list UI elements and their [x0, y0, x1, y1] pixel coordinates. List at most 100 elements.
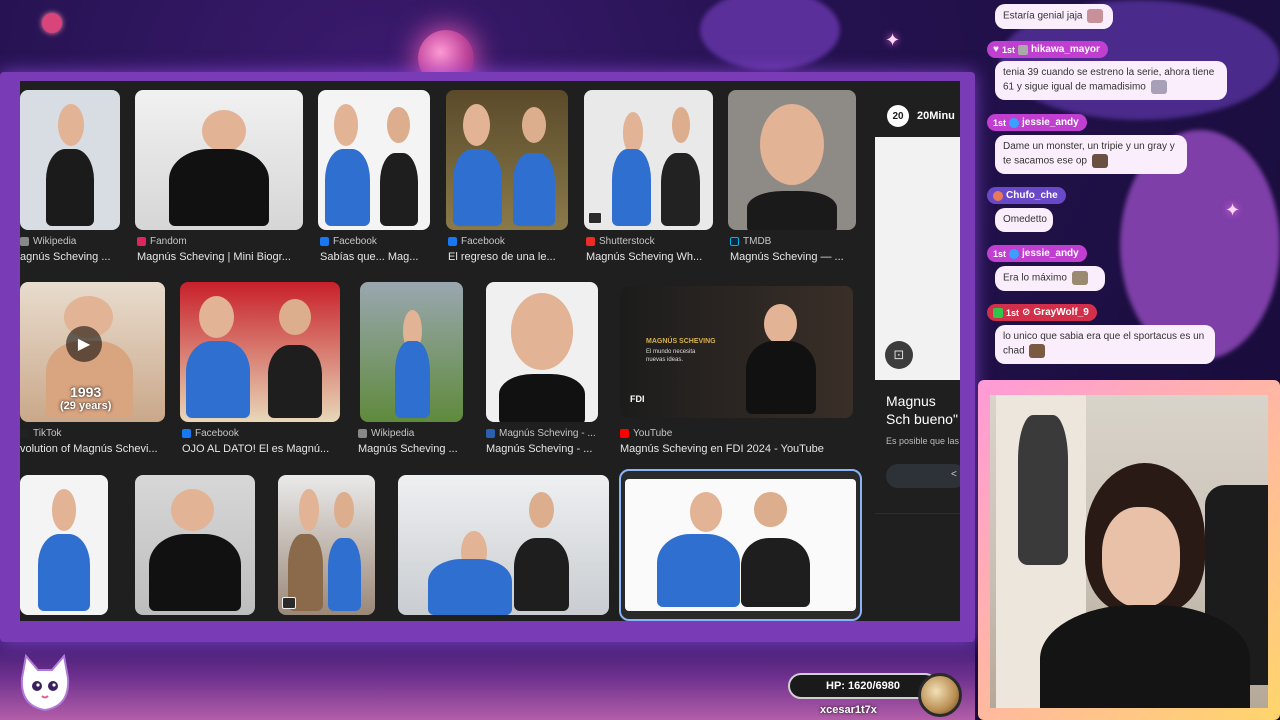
- stream-chat: Estaría genial jaja ♥ 1st hikawa_mayor t…: [985, 0, 1280, 380]
- chat-message: tenia 39 cuando se estreno la serie, aho…: [995, 61, 1227, 100]
- image-result-source[interactable]: YouTube: [620, 428, 672, 439]
- image-result-source[interactable]: Shutterstock: [586, 236, 655, 247]
- preview-description: Es posible que las: [886, 436, 960, 446]
- image-result-thumb[interactable]: [446, 90, 568, 230]
- image-result-thumb[interactable]: [584, 90, 713, 230]
- facebook-icon: [448, 237, 457, 246]
- chat-message: lo unico que sabia era que el sportacus …: [995, 325, 1215, 364]
- image-result-thumb[interactable]: [486, 282, 598, 422]
- chat-username-tag: 1st jessie_andy: [987, 245, 1087, 262]
- share-icon[interactable]: <: [951, 469, 957, 480]
- facebook-icon: [320, 237, 329, 246]
- user-avatar-icon: [993, 190, 1003, 201]
- emote-icon: [1091, 154, 1108, 168]
- streamer-face: [1102, 507, 1180, 607]
- slide-title: MAGNÚS SCHEVING: [646, 338, 716, 345]
- emote-icon: [1029, 344, 1046, 358]
- heart-icon: ♥: [993, 44, 999, 55]
- star-decoration: ✦: [885, 30, 901, 50]
- image-search-results: Wikipedia agnús Scheving ... Fandom Magn…: [20, 81, 960, 621]
- image-result-thumb[interactable]: [398, 475, 609, 615]
- site-logo-icon[interactable]: 20: [887, 105, 909, 127]
- image-result-caption[interactable]: Magnús Scheving ...: [358, 443, 468, 455]
- stream-logo-dot: [42, 13, 62, 33]
- image-result-caption[interactable]: volution of Magnús Schevi...: [20, 443, 165, 455]
- chat-username-tag: ♥ 1st hikawa_mayor: [987, 41, 1108, 58]
- image-result-thumb[interactable]: [135, 90, 303, 230]
- no-icon: ⊘: [1022, 307, 1031, 318]
- video-overlay-text: 1993 (29 years): [60, 384, 112, 412]
- image-result-caption[interactable]: Magnús Scheving - ...: [486, 443, 601, 455]
- image-result-caption[interactable]: El regreso de una le...: [448, 251, 570, 263]
- slide-text: nuevas ideas.: [646, 357, 684, 363]
- image-result-thumb[interactable]: [360, 282, 463, 422]
- image-result-source[interactable]: TikTok: [20, 428, 62, 439]
- cloud-decoration: [700, 0, 840, 70]
- image-result-caption[interactable]: Magnús Scheving — ...: [730, 251, 858, 263]
- first-badge: 1st: [993, 248, 1007, 259]
- image-result-source[interactable]: Wikipedia: [20, 236, 76, 247]
- visit-button[interactable]: [886, 464, 960, 488]
- hp-username: xcesar1t7x: [820, 704, 877, 716]
- chat-message: Era lo máximo: [995, 266, 1105, 291]
- video-result-thumb[interactable]: MAGNÚS SCHEVING El mundo necesita nuevas…: [620, 286, 853, 418]
- emote-icon: [1087, 9, 1104, 23]
- image-result-thumb[interactable]: [318, 90, 430, 230]
- image-result-caption[interactable]: OJO AL DATO! El es Magnú...: [182, 443, 342, 455]
- fdi-logo: FDI: [630, 394, 645, 404]
- wikipedia-icon: [20, 237, 29, 246]
- first-badge: 1st: [993, 117, 1007, 128]
- play-icon[interactable]: ▶: [66, 326, 102, 362]
- chat-username-tag: Chufo_che: [987, 187, 1066, 204]
- image-result-source[interactable]: Wikipedia: [358, 428, 414, 439]
- video-result-thumb[interactable]: ▶ 1993 (29 years): [20, 282, 165, 422]
- lens-search-icon[interactable]: ⊡: [885, 341, 913, 369]
- streamer-body: [1040, 605, 1250, 708]
- emote-icon: [1071, 271, 1088, 285]
- image-result-caption[interactable]: Sabías que... Mag...: [320, 251, 435, 263]
- image-result-thumb[interactable]: [180, 282, 340, 422]
- divider: [875, 513, 960, 514]
- image-result-thumb[interactable]: [20, 475, 108, 615]
- image-result-caption[interactable]: Magnús Scheving en FDI 2024 - YouTube: [620, 443, 860, 455]
- image-result-source[interactable]: Magnús Scheving - ...: [486, 428, 596, 439]
- video-badge-icon: [282, 597, 296, 609]
- site-name[interactable]: 20Minu: [917, 110, 955, 122]
- viewer-avatar: [918, 673, 962, 717]
- chat-username-tag: 1st jessie_andy: [987, 114, 1087, 131]
- image-result-source[interactable]: Facebook: [448, 236, 505, 247]
- emote-icon: [1150, 80, 1167, 94]
- image-result-source[interactable]: Fandom: [137, 236, 187, 247]
- site-icon: [486, 429, 495, 438]
- image-result-thumb[interactable]: [20, 90, 120, 230]
- image-result-caption[interactable]: Magnús Scheving | Mini Biogr...: [137, 251, 307, 263]
- first-badge: 1st: [1006, 307, 1020, 318]
- hp-counter: HP: 1620/6980: [788, 673, 938, 699]
- image-result-thumb[interactable]: [278, 475, 375, 615]
- image-result-caption[interactable]: Magnús Scheving Wh...: [586, 251, 716, 263]
- image-result-thumb[interactable]: [728, 90, 856, 230]
- user-avatar-icon: [1009, 248, 1020, 259]
- slide-text: El mundo necesita: [646, 349, 696, 355]
- preview-image[interactable]: [875, 137, 960, 380]
- image-result-source[interactable]: Facebook: [182, 428, 239, 439]
- user-avatar-icon: [1009, 117, 1020, 128]
- image-result-thumb[interactable]: [135, 475, 255, 615]
- image-result-source[interactable]: Facebook: [320, 236, 377, 247]
- selected-image-result[interactable]: [619, 469, 862, 621]
- tiktok-icon: [20, 429, 29, 438]
- verified-icon: [993, 307, 1003, 318]
- shutterstock-icon: [586, 237, 595, 246]
- youtube-icon: [620, 429, 629, 438]
- wikipedia-icon: [358, 429, 367, 438]
- image-result-thumb[interactable]: [625, 479, 856, 611]
- image-result-caption[interactable]: agnús Scheving ...: [20, 251, 120, 263]
- webcam-feed: [990, 395, 1268, 708]
- preview-title[interactable]: Magnus Sch bueno": [886, 392, 960, 428]
- image-result-source[interactable]: TMDB: [730, 236, 771, 247]
- facebook-icon: [182, 429, 191, 438]
- cat-mascot-icon: [20, 653, 70, 712]
- video-badge-icon: [588, 212, 602, 224]
- fandom-icon: [137, 237, 146, 246]
- chat-username-tag: 1st ⊘ GrayWolf_9: [987, 304, 1097, 321]
